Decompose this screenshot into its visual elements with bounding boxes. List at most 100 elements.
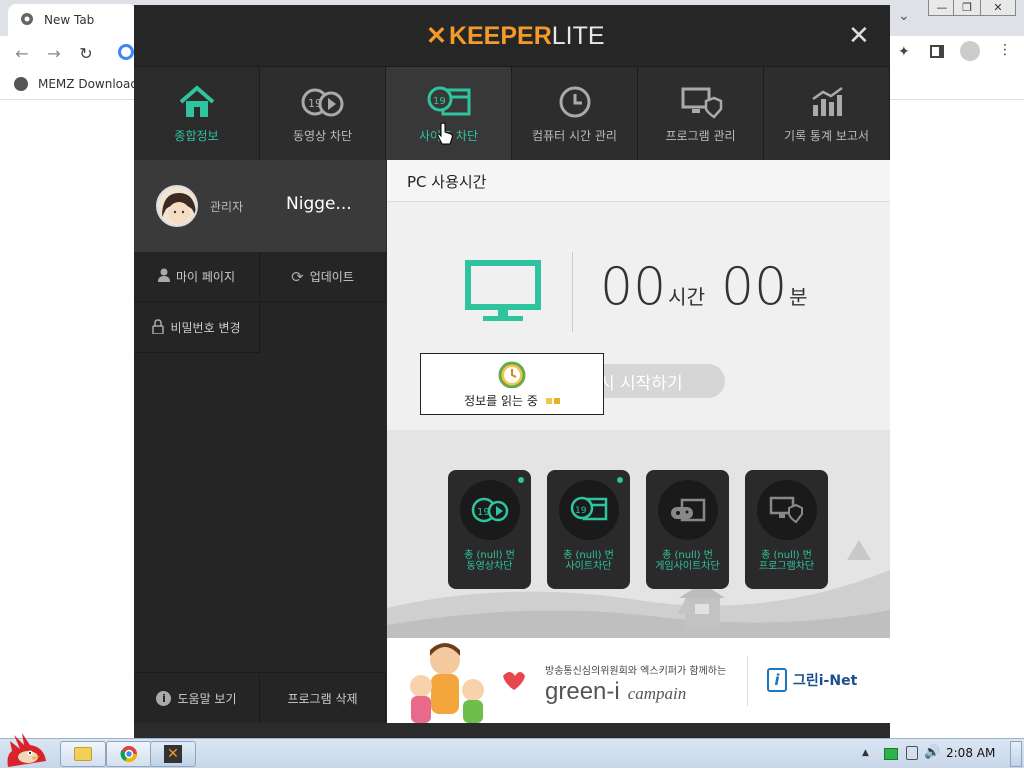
hours-value: 00 <box>600 257 667 317</box>
uninstall-button[interactable]: 프로그램 삭제 <box>260 673 386 723</box>
forward-icon[interactable]: → <box>42 41 66 65</box>
loading-clock-icon <box>498 361 526 388</box>
nav-report[interactable]: 기록 통계 보고서 <box>764 67 890 160</box>
svg-text:19: 19 <box>433 96 446 107</box>
profile-icon[interactable] <box>960 41 980 61</box>
card-count: 총 (null) 번 <box>761 550 812 561</box>
card-count: 총 (null) 번 <box>662 550 713 561</box>
loading-text: 정보를 읽는 중 <box>464 394 538 408</box>
restore-button[interactable]: ❐ <box>953 0 981 16</box>
taskbar-explorer[interactable] <box>60 741 106 767</box>
green-i-banner[interactable]: 방송통신심의위원회와 엑스키퍼가 함께하는 green-i campain i … <box>387 638 890 723</box>
tray-arrow-icon[interactable]: ▲ <box>862 748 869 758</box>
nav-label: 기록 통계 보고서 <box>784 129 869 143</box>
mypage-label: 마이 페이지 <box>175 270 235 284</box>
divider <box>572 252 573 332</box>
nav-program-manage[interactable]: 프로그램 관리 <box>638 67 764 160</box>
green-inet-logo: i 그린i-Net <box>767 668 857 692</box>
green-inet-text: 그린i-Net <box>793 673 858 689</box>
logo-keeper-text: KEEPER <box>448 21 552 50</box>
svg-text:19: 19 <box>575 506 587 516</box>
i-logo-icon: i <box>767 668 787 692</box>
taskbar-chrome[interactable] <box>106 741 152 767</box>
profile-name: Nigge... <box>286 194 352 214</box>
mypage-button[interactable]: 마이 페이지 <box>134 252 260 302</box>
nav-overview[interactable]: 종합정보 <box>134 67 260 160</box>
keeper-titlebar: ✕ KEEPER LITE ✕ <box>134 5 890 67</box>
logo-lite-text: LITE <box>551 21 605 50</box>
nav-video-block[interactable]: 19 동영상 차단 <box>260 67 386 160</box>
window-close-button[interactable]: ✕ <box>980 0 1016 16</box>
nav-time-manage[interactable]: 컴퓨터 시간 관리 <box>512 67 638 160</box>
password-change-button[interactable]: 비밀번호 변경 <box>134 303 260 353</box>
battery-icon[interactable] <box>884 748 898 760</box>
banner-divider <box>747 656 748 706</box>
keeper-close-button[interactable]: ✕ <box>848 23 870 49</box>
site-block-icon: 19 <box>427 86 470 116</box>
network-icon[interactable] <box>906 746 918 760</box>
video-block-icon: 19 <box>301 88 343 117</box>
game-block-card[interactable]: 총 (null) 번 게임사이트차단 <box>646 470 729 589</box>
browser-tab[interactable]: New Tab <box>8 4 136 36</box>
password-label: 비밀번호 변경 <box>170 321 241 335</box>
taskbar-keeper[interactable]: ✕ <box>150 741 196 767</box>
reload-icon[interactable]: ↻ <box>74 41 98 65</box>
card-count: 총 (null) 번 <box>464 550 515 561</box>
site-block-icon: 19 <box>558 480 619 540</box>
site-block-card[interactable]: 19 총 (null) 번 사이트차단 <box>547 470 630 589</box>
google-icon <box>118 44 134 60</box>
block-stats: 19 총 (null) 번 동영상차단 19 총 (null) 번 사이트차단 총 … <box>387 430 890 638</box>
card-label: 프로그램차단 <box>758 561 815 572</box>
banner-subtitle: 방송통신심의위원회와 엑스키퍼가 함께하는 <box>545 666 727 677</box>
help-label: 도움말 보기 <box>177 691 237 706</box>
bookmark-item[interactable]: MEMZ Download <box>38 77 138 91</box>
avatar <box>156 185 198 227</box>
chrome-icon <box>120 746 138 763</box>
volume-icon[interactable]: 🔊 <box>924 745 940 760</box>
video-block-card[interactable]: 19 총 (null) 번 동영상차단 <box>448 470 531 589</box>
minutes-unit: 분 <box>789 285 808 309</box>
clock-time[interactable]: 2:08 AM <box>946 746 995 760</box>
show-desktop-button[interactable] <box>1010 741 1022 767</box>
active-dot <box>518 477 524 483</box>
extensions-icon[interactable]: ✦ <box>898 44 910 60</box>
program-block-card[interactable]: 총 (null) 번 프로그램차단 <box>745 470 828 589</box>
nav-label: 컴퓨터 시간 관리 <box>532 129 617 143</box>
loading-popup: 정보를 읽는 중 <box>420 353 604 415</box>
chrome-icon <box>20 12 34 29</box>
update-label: 업데이트 <box>309 270 354 284</box>
keeper-x-icon: ✕ <box>164 745 182 763</box>
minutes-value: 00 <box>720 257 788 317</box>
card-label: 동영상차단 <box>466 561 513 572</box>
profile-role: 관리자 <box>210 200 244 214</box>
hand-cursor-icon <box>437 122 453 145</box>
update-button[interactable]: ⟳ 업데이트 <box>260 252 386 302</box>
banner-green-i: green-i <box>545 678 620 705</box>
usage-time: 00 시간 00 분 <box>600 257 808 317</box>
keeper-logo: ✕ KEEPER LITE <box>426 21 605 51</box>
nav-site-block[interactable]: 19 사이트 차단 <box>386 67 512 160</box>
sidepanel-icon[interactable] <box>930 45 944 58</box>
nav-label: 동영상 차단 <box>292 129 352 143</box>
card-count: 총 (null) 번 <box>563 550 614 561</box>
program-icon <box>681 87 722 119</box>
help-button[interactable]: i 도움말 보기 <box>134 673 260 723</box>
tab-title: New Tab <box>44 13 95 27</box>
start-button-icon[interactable] <box>2 731 50 769</box>
refresh-icon: ⟳ <box>291 267 304 286</box>
menu-icon[interactable]: ⋮ <box>998 42 1012 58</box>
svg-text:19: 19 <box>477 507 490 518</box>
back-icon[interactable]: ← <box>10 41 34 65</box>
chart-icon <box>811 86 843 116</box>
minimize-button[interactable]: — <box>928 0 956 16</box>
info-icon: i <box>156 690 172 706</box>
sidebar: 관리자 Nigge... 마이 페이지 ⟳ 업데이트 비밀번호 변경 i 도움말… <box>134 160 386 723</box>
logo-x-icon: ✕ <box>426 22 447 50</box>
tab-overflow-icon[interactable]: ⌄ <box>898 8 910 24</box>
family-illustration <box>410 643 525 723</box>
card-label: 게임사이트차단 <box>655 561 720 572</box>
uninstall-label: 프로그램 삭제 <box>287 691 358 706</box>
bookmark-icon <box>14 77 28 91</box>
banner-title: green-i campain <box>545 678 686 706</box>
folder-icon <box>74 747 92 761</box>
